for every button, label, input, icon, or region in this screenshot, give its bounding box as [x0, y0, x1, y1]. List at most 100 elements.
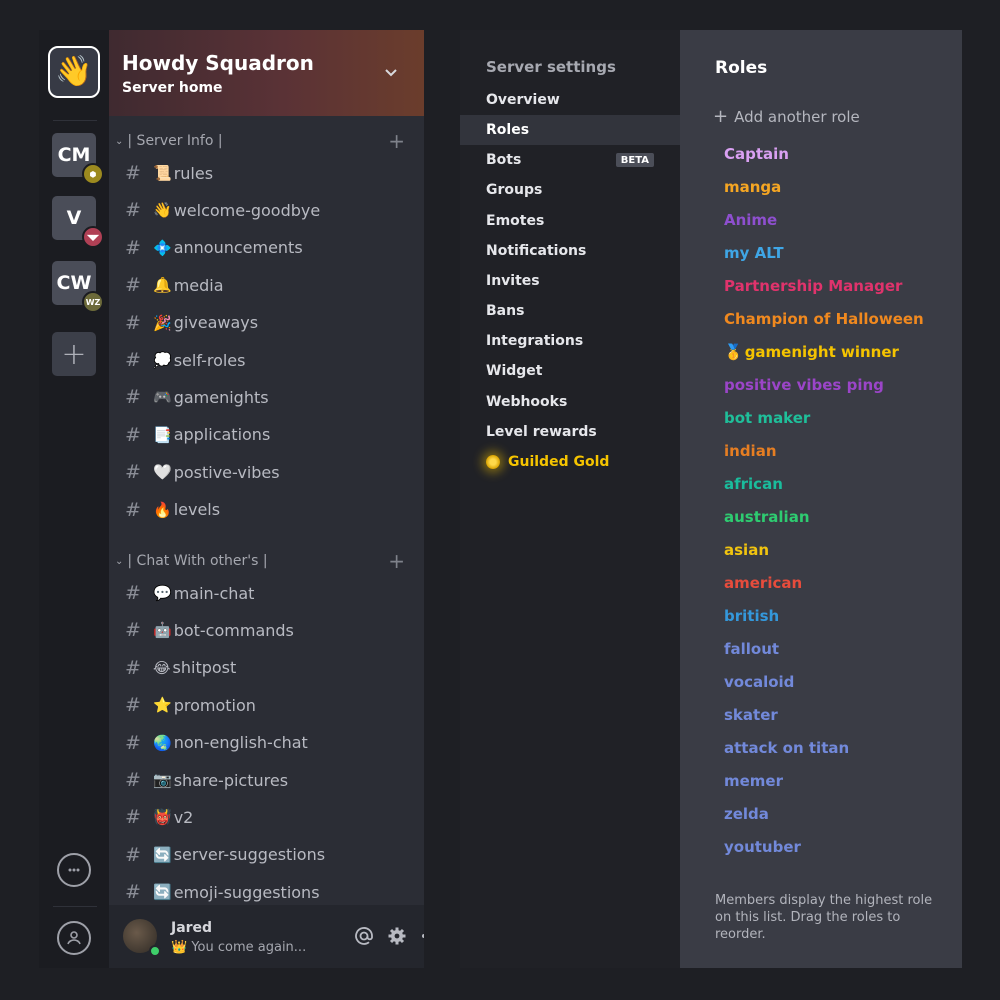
channel-item[interactable]: # 💭 self-roles	[125, 344, 415, 376]
settings-nav-invites[interactable]: Invites	[460, 266, 680, 296]
role-item[interactable]: skater	[724, 705, 778, 725]
role-name: my ALT	[724, 244, 784, 262]
settings-nav-widget[interactable]: Widget	[460, 356, 680, 386]
channel-emoji-icon: 👹	[153, 808, 172, 827]
channel-item[interactable]: # 🔥 levels	[125, 494, 415, 526]
settings-nav-groups[interactable]: Groups	[460, 175, 680, 205]
user-status: 👑 You come again...	[171, 940, 306, 955]
server-button-cm[interactable]: CM ⬢	[52, 133, 104, 185]
settings-nav-level-rewards[interactable]: Level rewards	[460, 417, 680, 447]
role-item[interactable]: fallout	[724, 639, 779, 659]
mention-icon[interactable]	[352, 924, 376, 948]
channel-item[interactable]: # 💠 announcements	[125, 232, 415, 264]
add-channel-icon[interactable]: +	[388, 549, 405, 573]
settings-nav-label: Overview	[486, 92, 560, 108]
channel-item[interactable]: # 🔄 emoji-suggestions	[125, 876, 415, 905]
role-item[interactable]: my ALT	[724, 243, 784, 263]
hash-icon: #	[125, 162, 141, 184]
category-header[interactable]: ⌄ | Chat With other's | +	[115, 549, 415, 573]
channel-item[interactable]: # 🌏 non-english-chat	[125, 727, 415, 759]
add-channel-icon[interactable]: +	[388, 129, 405, 153]
more-options-icon[interactable]	[418, 924, 424, 948]
server-subtitle: Server home	[122, 80, 223, 96]
role-item[interactable]: 🥇 gamenight winner	[724, 342, 899, 362]
settings-nav-overview[interactable]: Overview	[460, 85, 680, 115]
settings-nav-label: Emotes	[486, 212, 545, 229]
crown-icon: 👑	[171, 940, 188, 955]
role-item[interactable]: vocaloid	[724, 672, 794, 692]
channel-name: emoji-suggestions	[173, 882, 320, 902]
hash-icon: #	[125, 843, 141, 866]
add-server-button[interactable]: +	[52, 332, 96, 376]
channel-emoji-icon: 🎮	[153, 388, 172, 407]
category-header[interactable]: ⌄ | Server Info | +	[115, 129, 415, 153]
role-item[interactable]: american	[724, 573, 802, 593]
settings-nav-emotes[interactable]: Emotes	[460, 206, 680, 236]
chevron-down-icon[interactable]	[384, 66, 398, 82]
settings-nav-webhooks[interactable]: Webhooks	[460, 387, 680, 417]
role-item[interactable]: zelda	[724, 804, 769, 824]
channel-item[interactable]: # 🤖 bot-commands	[125, 614, 415, 646]
channel-name: levels	[173, 500, 221, 520]
settings-nav-bans[interactable]: Bans	[460, 296, 680, 326]
settings-nav-guilded-gold[interactable]: Guilded Gold	[460, 447, 680, 477]
role-item[interactable]: british	[724, 606, 779, 626]
channel-item[interactable]: # 🔄 server-suggestions	[125, 839, 415, 871]
channel-item[interactable]: # 😂 shitpost	[125, 652, 415, 684]
channel-emoji-icon: 📜	[153, 164, 172, 182]
channel-emoji-icon: 🤖	[153, 621, 172, 640]
channel-item[interactable]: # 📑 applications	[125, 419, 415, 451]
channel-item[interactable]: # 🤍 postive-vibes	[125, 456, 415, 488]
community-icon[interactable]	[57, 921, 91, 955]
channel-name: giveaways	[173, 313, 259, 333]
role-item[interactable]: Partnership Manager	[724, 276, 902, 296]
role-item[interactable]: bot maker	[724, 408, 810, 428]
role-item[interactable]: Anime	[724, 210, 777, 230]
settings-nav-label: Notifications	[486, 242, 587, 259]
settings-nav-bots[interactable]: Bots BETA	[460, 145, 680, 175]
role-item[interactable]: african	[724, 474, 783, 494]
gear-icon[interactable]	[385, 924, 409, 948]
role-item[interactable]: indian	[724, 441, 777, 461]
role-item[interactable]: youtuber	[724, 837, 801, 857]
settings-nav-notifications[interactable]: Notifications	[460, 236, 680, 266]
role-item[interactable]: Captain	[724, 144, 789, 164]
channel-item[interactable]: # 📜 rules	[125, 157, 415, 189]
role-item[interactable]: memer	[724, 771, 783, 791]
channel-item[interactable]: # 🎮 gamenights	[125, 381, 415, 413]
channel-emoji-icon: 🎉	[153, 313, 172, 332]
role-item[interactable]: australian	[724, 507, 810, 527]
server-button-v[interactable]: V ◥◤	[52, 196, 104, 248]
category-label: | Chat With other's |	[127, 553, 268, 569]
channel-item[interactable]: # 💬 main-chat	[125, 577, 415, 609]
beta-badge: BETA	[615, 153, 654, 168]
role-item[interactable]: manga	[724, 177, 781, 197]
role-name: bot maker	[724, 409, 811, 427]
role-name: vocaloid	[724, 673, 795, 691]
server-header[interactable]: Howdy Squadron Server home	[109, 30, 424, 116]
server-badge-icon: WZ	[82, 291, 104, 313]
channel-item[interactable]: # 👹 v2	[125, 801, 415, 833]
role-item[interactable]: asian	[724, 540, 769, 560]
settings-nav-integrations[interactable]: Integrations	[460, 326, 680, 356]
role-name: Partnership Manager	[724, 277, 903, 295]
channel-emoji-icon: 🔥	[153, 500, 172, 519]
chat-bubble-icon[interactable]	[57, 853, 91, 887]
server-logo[interactable]: 👋	[48, 46, 100, 98]
channel-item[interactable]: # 🎉 giveaways	[125, 307, 415, 339]
settings-nav-roles[interactable]: Roles	[460, 115, 680, 146]
add-role-button[interactable]: + Add another role	[713, 106, 860, 127]
channel-item[interactable]: # 👋 welcome-goodbye	[125, 194, 415, 226]
add-role-label: Add another role	[734, 107, 860, 126]
role-item[interactable]: Champion of Halloween	[724, 309, 924, 329]
channel-name: rules	[173, 163, 214, 183]
channel-item[interactable]: # ⭐ promotion	[125, 689, 415, 721]
channel-item[interactable]: # 📷 share-pictures	[125, 764, 415, 796]
channel-emoji-icon: 😂	[153, 658, 171, 677]
server-button-cw[interactable]: CW WZ	[52, 261, 104, 313]
hash-icon: #	[125, 881, 141, 904]
settings-nav-label: Widget	[486, 363, 543, 380]
role-item[interactable]: positive vibes ping	[724, 375, 884, 395]
role-item[interactable]: attack on titan	[724, 738, 849, 758]
channel-item[interactable]: # 🔔 media	[125, 269, 415, 301]
